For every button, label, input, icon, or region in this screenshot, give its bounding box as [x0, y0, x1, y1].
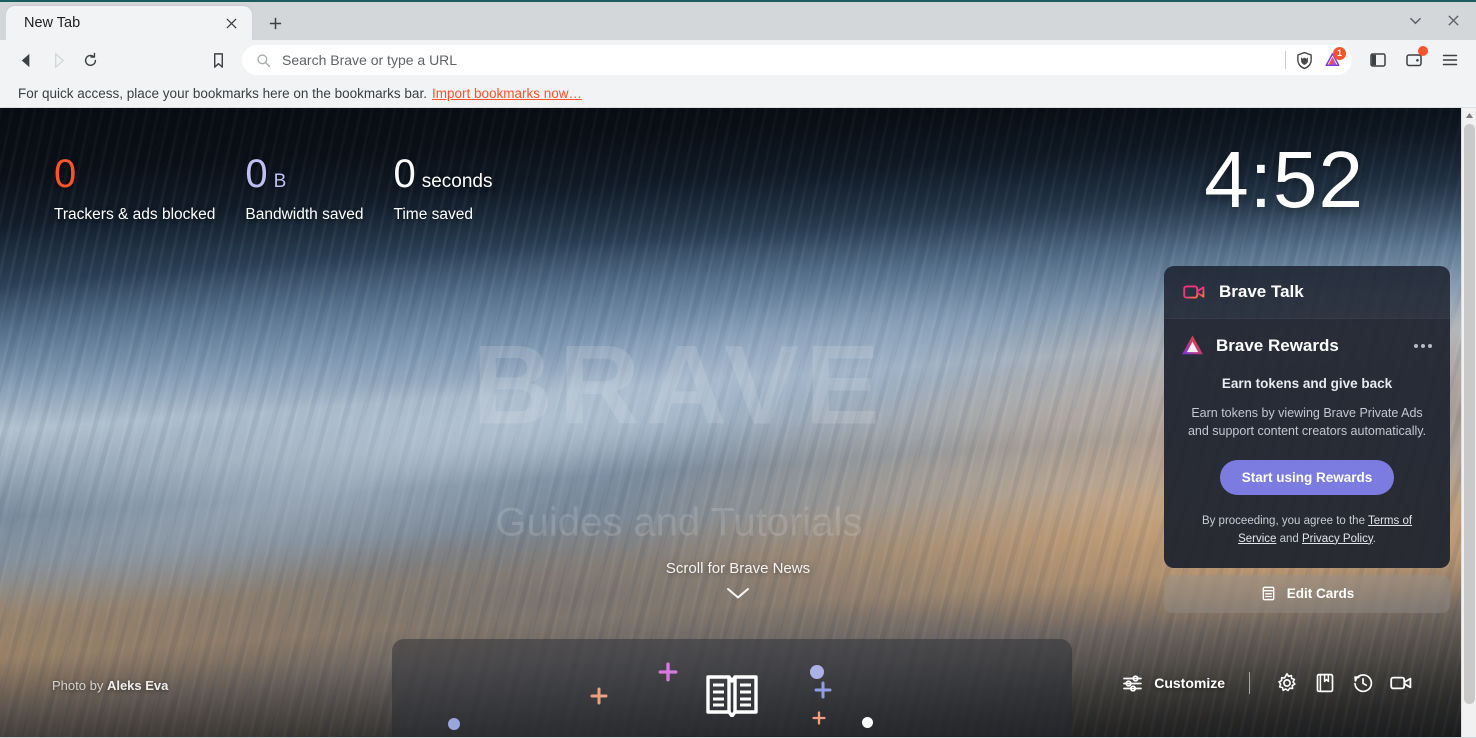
scroll-up-arrow-icon[interactable] — [1462, 108, 1476, 122]
rewards-terms: By proceeding, you agree to the Terms of… — [1180, 513, 1434, 548]
clock: 4:52 — [1204, 135, 1364, 224]
bat-triangle-icon — [1182, 335, 1203, 355]
cards-icon — [1262, 586, 1275, 601]
stat-label: Bandwidth saved — [245, 206, 364, 223]
stat-value: 0 — [393, 152, 416, 196]
browser-toolbar: Search Brave or type a URL 1 — [0, 40, 1476, 80]
photo-credit: Photo by Aleks Eva — [52, 678, 168, 693]
gear-icon[interactable] — [1268, 667, 1306, 699]
bookmarks-bar: For quick access, place your bookmarks h… — [0, 80, 1476, 108]
terms-mid: and — [1276, 532, 1302, 545]
terms-prefix: By proceeding, you agree to the — [1201, 515, 1368, 528]
hamburger-menu-icon[interactable] — [1434, 44, 1466, 76]
sparkle-decoration — [814, 681, 832, 704]
more-options-icon[interactable] — [1412, 338, 1434, 354]
omnibox-divider — [1285, 51, 1286, 69]
customize-button[interactable]: Customize — [1116, 669, 1231, 698]
sparkle-decoration — [590, 687, 608, 710]
stat-value: 0 — [54, 152, 77, 196]
bookmarks-book-icon[interactable] — [1306, 667, 1344, 699]
photo-credit-prefix: Photo by — [52, 678, 107, 693]
edit-cards-label: Edit Cards — [1286, 586, 1355, 602]
chevron-down-icon[interactable] — [1400, 6, 1430, 34]
stat-label: Time saved — [393, 206, 473, 223]
sparkle-decoration — [862, 715, 873, 733]
privacy-stats: 0 Trackers & ads blocked 0 B Bandwidth s… — [54, 154, 522, 224]
open-book-icon[interactable] — [705, 671, 759, 722]
tab-new-tab[interactable]: New Tab — [6, 6, 252, 40]
toolbar-right-actions — [1362, 44, 1466, 76]
customize-label: Customize — [1154, 675, 1225, 691]
brave-rewards-icon[interactable]: 1 — [1318, 46, 1346, 74]
tab-title: New Tab — [24, 15, 81, 31]
stat-unit: seconds — [421, 171, 493, 192]
sparkle-decoration — [448, 717, 460, 735]
scrollbar-thumb[interactable] — [1464, 124, 1475, 704]
ntp-bottom-toolbar: Customize — [1116, 667, 1420, 699]
search-icon — [257, 53, 271, 67]
rewards-description: Earn tokens by viewing Brave Private Ads… — [1187, 406, 1427, 439]
ntp-card-stack: Brave Talk Brave Rewards Earn tokens and… — [1164, 266, 1450, 613]
window-controls — [1400, 6, 1468, 34]
brave-talk-card[interactable]: Brave Talk — [1164, 266, 1450, 318]
sparkle-decoration — [812, 711, 826, 730]
rewards-title: Brave Rewards — [1216, 335, 1339, 355]
stat-trackers-blocked: 0 Trackers & ads blocked — [54, 154, 215, 224]
rewards-card-header: Brave Rewards — [1180, 333, 1434, 358]
bookmark-icon[interactable] — [202, 44, 234, 76]
stat-label: Trackers & ads blocked — [54, 206, 216, 223]
brave-talk-title: Brave Talk — [1219, 282, 1304, 301]
stat-bandwidth-saved: 0 B Bandwidth saved — [245, 154, 363, 224]
brave-news-peek-panel[interactable] — [392, 639, 1072, 737]
edit-cards-button[interactable]: Edit Cards — [1164, 574, 1450, 613]
reload-icon[interactable] — [74, 44, 106, 76]
stat-value: 0 — [245, 152, 268, 196]
privacy-policy-link[interactable]: Privacy Policy — [1302, 533, 1373, 545]
brave-shields-icon[interactable] — [1290, 46, 1318, 74]
rewards-subtitle: Earn tokens and give back — [1221, 376, 1393, 391]
address-bar[interactable]: Search Brave or type a URL 1 — [242, 45, 1352, 75]
brave-talk-camera-icon[interactable] — [1382, 667, 1420, 699]
address-bar-placeholder: Search Brave or type a URL — [282, 52, 458, 68]
wallet-notification-dot — [1418, 46, 1428, 56]
bookmarks-bar-message: For quick access, place your bookmarks h… — [18, 86, 427, 101]
wallet-icon[interactable] — [1398, 44, 1430, 76]
sidebar-icon[interactable] — [1362, 44, 1394, 76]
rewards-badge: 1 — [1333, 47, 1346, 60]
tab-strip: New Tab — [0, 0, 290, 40]
sliders-icon — [1123, 674, 1143, 692]
terms-suffix: . — [1372, 532, 1376, 545]
toolbar-divider — [1249, 672, 1250, 694]
forward-icon[interactable] — [42, 44, 74, 76]
stat-time-saved: 0 seconds Time saved — [393, 154, 492, 224]
title-bar: New Tab — [0, 0, 1476, 40]
brave-rewards-card: Brave Rewards Earn tokens and give back … — [1164, 318, 1450, 568]
stat-unit: B — [273, 171, 287, 192]
vertical-scrollbar[interactable] — [1461, 108, 1476, 737]
start-using-rewards-button[interactable]: Start using Rewards — [1219, 460, 1395, 496]
import-bookmarks-link[interactable]: Import bookmarks now… — [432, 86, 582, 101]
close-icon[interactable] — [220, 12, 242, 34]
new-tab-page: BRAVE Guides and Tutorials 0 Trackers & … — [0, 108, 1476, 737]
photo-credit-author: Aleks Eva — [106, 678, 169, 693]
back-icon[interactable] — [10, 44, 42, 76]
history-clock-icon[interactable] — [1344, 667, 1382, 699]
close-window-icon[interactable] — [1438, 6, 1468, 34]
sparkle-decoration — [658, 662, 678, 687]
plus-icon[interactable] — [260, 8, 290, 38]
video-camera-icon — [1183, 285, 1205, 299]
